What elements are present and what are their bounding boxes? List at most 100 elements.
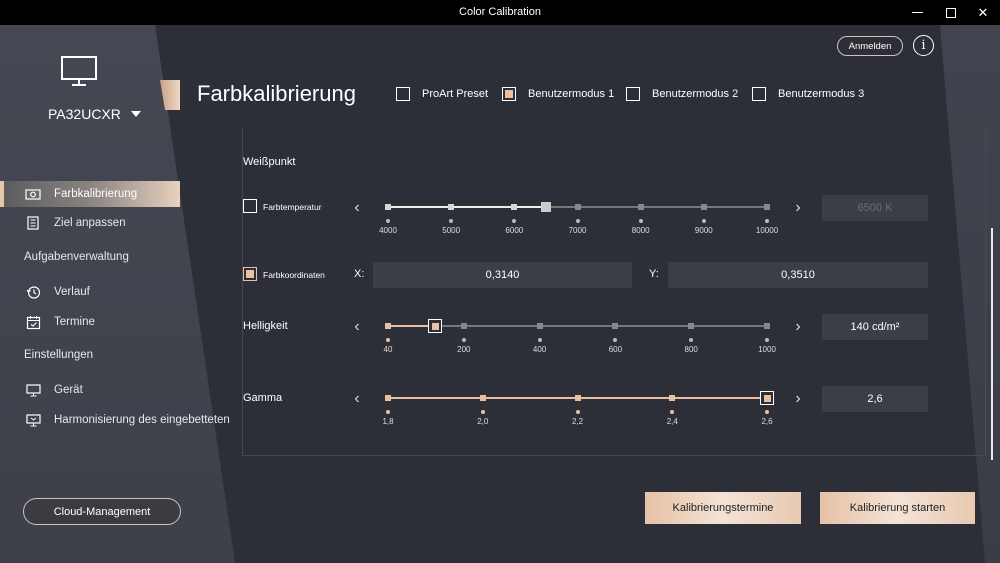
preset-checkbox[interactable] [626,87,640,101]
slider-tick-label: 2,2 [571,417,584,426]
info-icon[interactable]: i [913,35,934,56]
preset-label: Benutzermodus 3 [778,88,865,100]
close-button[interactable]: ✕ [963,0,1000,25]
slider-tick-label: 2,0 [477,417,489,426]
slider-track [388,325,767,327]
slider-tick [612,323,619,329]
minimize-icon [911,12,923,13]
slider-tick-label: 5000 [442,226,461,235]
preset-label: ProArt Preset [422,88,489,100]
preset-benutzermodus-1[interactable]: Benutzermodus 1 [502,87,614,101]
slider-tick-dot [670,410,675,414]
slider-tick [448,204,455,210]
monitor-icon [60,55,100,92]
temperature-decrease[interactable]: ‹ [350,198,364,218]
camera-icon [24,188,42,200]
x-coordinate-input[interactable]: 0,3140 [373,262,632,288]
sidebar-item-harmonisierung[interactable]: Harmonisierung des eingebetteten [0,407,230,433]
y-coordinate-input[interactable]: 0,3510 [668,262,928,288]
x-label: X: [354,268,365,280]
chevron-right-icon: › [795,199,801,216]
document-icon [24,216,42,230]
brightness-value[interactable]: 140 cd/m² [822,314,928,340]
preset-checkbox[interactable] [752,87,766,101]
slider-tick-label: 8000 [631,226,650,235]
slider-tick [764,204,770,210]
gamma-decrease[interactable]: ‹ [350,389,364,409]
preset-benutzermodus-2[interactable]: Benutzermodus 2 [626,87,738,101]
temperature-checkbox[interactable] [243,199,257,213]
slider-tick-dot [512,219,517,223]
brightness-decrease[interactable]: ‹ [350,317,364,337]
device-selector[interactable]: PA32UCXR [48,106,141,122]
slider-tick-label: 9000 [694,226,713,235]
slider-tick-dot [765,410,769,414]
temperature-increase[interactable]: › [791,198,805,218]
sidebar-item-farbkalibrierung[interactable]: Farbkalibrierung [0,181,180,207]
chevron-right-icon: › [795,318,801,335]
slider-tick-label: 40 [383,345,393,354]
gamma-value[interactable]: 2,6 [822,386,928,412]
slider-tick [764,323,770,329]
preset-proart[interactable]: ProArt Preset [396,87,488,101]
sidebar-item-label: Ziel anpassen [54,217,126,229]
calendar-icon [24,315,42,330]
sidebar-item-geraet[interactable]: Gerät [0,377,180,403]
slider-tick-dot [765,219,769,223]
sidebar-item-termine[interactable]: Termine [0,309,180,335]
slider-tick-dot [461,338,466,342]
gamma-increase[interactable]: › [791,389,805,409]
sidebar-item-ziel-anpassen[interactable]: Ziel anpassen [0,210,180,236]
slider-tick-label: 400 [532,345,547,354]
preset-checkbox[interactable] [502,87,516,101]
history-icon [24,285,42,300]
preset-label: Benutzermodus 1 [528,88,615,100]
slider-tick-dot [575,410,580,414]
slider-tick-label: 800 [684,345,698,354]
slider-handle[interactable] [760,391,774,405]
temperature-label: Farbtemperatur [263,202,322,212]
slider-tick-dot [575,219,580,223]
sidebar-item-label: Farbkalibrierung [54,188,138,200]
slider-tick [637,204,644,210]
slider-tick-label: 1,8 [382,417,394,426]
start-calibration-button[interactable]: Kalibrierung starten [820,492,975,524]
brightness-increase[interactable]: › [791,317,805,337]
device-name: PA32UCXR [48,106,121,122]
slider-handle[interactable] [540,202,551,212]
slider-tick-label: 4000 [379,226,397,235]
slider-handle[interactable] [428,319,443,333]
chevron-down-icon [130,111,141,117]
chevron-left-icon: ‹ [354,199,360,216]
sidebar-item-label: Harmonisierung des eingebetteten [54,414,230,426]
slider-fill [388,206,546,208]
login-button[interactable]: Anmelden [837,36,903,56]
window-title: Color Calibration [459,6,541,18]
scrollbar[interactable] [991,228,993,460]
slider-tick-dot [537,338,542,342]
maximize-icon [946,7,956,18]
slider-tick-dot [480,410,485,414]
sidebar-item-label: Termine [54,316,95,328]
cloud-management-button[interactable]: Cloud-Management [23,498,181,525]
section-aufgabenverwaltung: Aufgabenverwaltung [24,251,129,263]
monitor-sync-icon [24,413,42,427]
close-icon: ✕ [977,4,989,20]
temperature-value: 6500 K [822,195,928,221]
slider-tick [385,323,391,329]
coordinates-label: Farbkoordinaten [263,270,325,280]
slider-tick-dot [701,219,706,223]
sidebar-item-verlauf[interactable]: Verlauf [0,279,180,305]
slider-tick [669,395,676,401]
slider-tick [385,395,391,401]
monitor-small-icon [24,383,42,397]
coordinates-checkbox[interactable] [243,267,257,281]
preset-benutzermodus-3[interactable]: Benutzermodus 3 [752,87,864,101]
page-title: Farbkalibrierung [197,81,356,106]
calibration-schedule-button[interactable]: Kalibrierungstermine [645,492,801,524]
slider-tick [479,395,486,401]
preset-checkbox[interactable] [396,87,410,101]
slider-tick-dot [613,338,618,342]
slider-tick-dot [386,410,390,414]
whitepoint-heading: Weißpunkt [243,156,296,168]
